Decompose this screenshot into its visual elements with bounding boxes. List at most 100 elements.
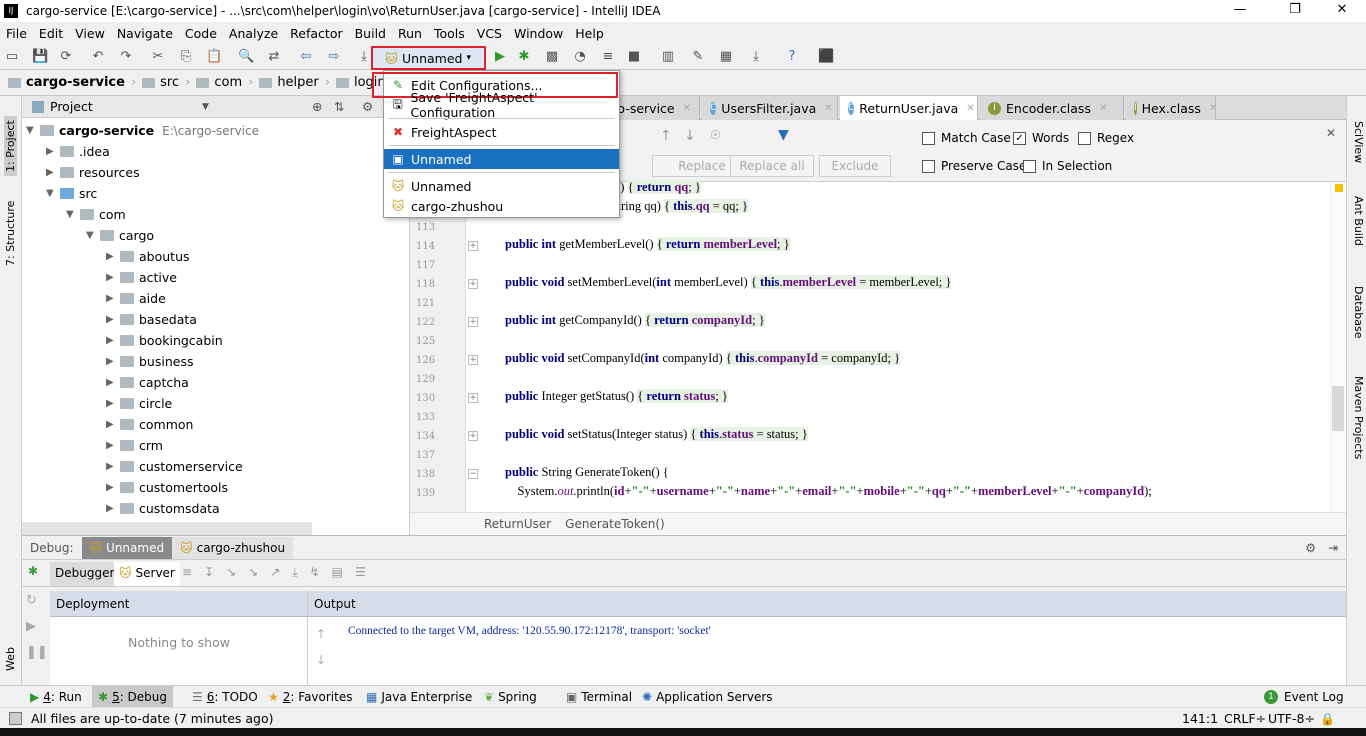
tree-item[interactable]: ▶ business: [106, 351, 193, 372]
tree-item[interactable]: ▶ basedata: [106, 309, 197, 330]
database-tool-button[interactable]: Database: [1352, 286, 1365, 339]
close-tab-icon[interactable]: ✕: [1209, 103, 1217, 114]
in-selection-checkbox[interactable]: In Selection: [1023, 159, 1112, 173]
sdk-icon[interactable]: ▥: [660, 49, 676, 65]
step-controls-icons[interactable]: ≡↧↘↘↗⤓↯▤☰: [182, 565, 378, 580]
tree-item-root[interactable]: ▼ cargo-service E:\cargo-service: [26, 120, 259, 141]
menu-vcs[interactable]: VCS: [471, 26, 508, 41]
breadcrumb-item[interactable]: com ›: [196, 75, 253, 90]
menu-view[interactable]: View: [69, 26, 111, 41]
tool-run[interactable]: ▶ 4: Run: [24, 686, 88, 707]
chevron-down-icon[interactable]: ▼: [66, 209, 80, 220]
help-icon[interactable]: ?: [784, 49, 800, 65]
menu-build[interactable]: Build: [349, 26, 392, 41]
code-line[interactable]: public void setCompanyId(int companyId) …: [505, 351, 901, 366]
hide-icon[interactable]: ⇥: [1328, 541, 1338, 555]
chevron-right-icon[interactable]: ▶: [106, 251, 120, 262]
breadcrumb-item[interactable]: helper ›: [259, 75, 330, 90]
chevron-right-icon[interactable]: ▶: [106, 482, 120, 493]
file-encoding[interactable]: UTF-8÷: [1268, 711, 1315, 726]
scroll-from-source-icon[interactable]: ⊕: [312, 99, 322, 114]
toggle-tool-windows-icon[interactable]: [9, 712, 22, 725]
crumb-method[interactable]: GenerateToken(): [565, 517, 665, 531]
pause-icon[interactable]: ❚❚: [26, 640, 48, 666]
tree-item[interactable]: ▶ aide: [106, 288, 166, 309]
fold-expand-icon[interactable]: +: [468, 279, 478, 289]
tree-item[interactable]: ▶ common: [106, 414, 193, 435]
chevron-right-icon[interactable]: ▶: [106, 293, 120, 304]
chevron-right-icon[interactable]: ▶: [46, 146, 60, 157]
error-stripe[interactable]: [1330, 182, 1346, 512]
tab-encoder-class[interactable]: I Encoder.class ✕: [980, 96, 1124, 120]
collapse-icon[interactable]: ⇅: [334, 99, 344, 114]
breadcrumb-item[interactable]: cargo-service ›: [8, 75, 136, 90]
fold-collapse-icon[interactable]: −: [468, 469, 478, 479]
vertical-scrollbar[interactable]: [1332, 386, 1344, 431]
menu-code[interactable]: Code: [179, 26, 223, 41]
tree-item[interactable]: ▼ src: [46, 183, 97, 204]
tool-java-enterprise[interactable]: ▦ Java Enterprise: [360, 686, 478, 707]
structure-icon[interactable]: ▦: [718, 49, 734, 65]
filter-icon[interactable]: ▼: [778, 127, 789, 143]
tree-item[interactable]: ▶ captcha: [106, 372, 189, 393]
maven-projects-tool-button[interactable]: Maven Projects: [1352, 376, 1365, 459]
rerun-icon[interactable]: ↻: [26, 588, 48, 614]
copy-icon[interactable]: ⎘: [178, 49, 194, 65]
close-tab-icon[interactable]: ✕: [824, 103, 832, 114]
code-line[interactable]: public void setMemberLevel(int memberLev…: [505, 275, 952, 290]
profile-icon[interactable]: ◔: [572, 49, 588, 65]
tree-item[interactable]: ▶ aboutus: [106, 246, 190, 267]
chevron-right-icon[interactable]: ▶: [106, 440, 120, 451]
fold-expand-icon[interactable]: +: [468, 431, 478, 441]
undo-icon[interactable]: ↶: [90, 49, 106, 65]
replace-icon[interactable]: ⇄: [266, 49, 282, 65]
code-line[interactable]: public int getMemberLevel() { return mem…: [505, 237, 790, 252]
debugger-tab[interactable]: Debugger: [50, 562, 120, 586]
debug-icon[interactable]: ✱: [516, 49, 532, 65]
chevron-right-icon[interactable]: ▶: [106, 461, 120, 472]
tool-application-servers[interactable]: ✺ Application Servers: [636, 686, 779, 707]
scroll-arrows[interactable]: ↑ ↓: [316, 621, 326, 673]
replace-all-button[interactable]: Replace all: [730, 155, 814, 177]
run-to-icon[interactable]: ≡: [600, 49, 616, 65]
tree-item[interactable]: ▶ customsdata: [106, 498, 220, 519]
code-line[interactable]: public void setStatus(Integer status) { …: [505, 427, 808, 442]
menu-item-cargo-zhushou[interactable]: 🐱 cargo-zhushou: [384, 196, 619, 216]
maximize-button[interactable]: ❐: [1275, 2, 1315, 17]
lock-icon[interactable]: 🔒: [1320, 712, 1335, 726]
code-line[interactable]: public int getCompanyId() { return compa…: [505, 313, 765, 328]
chevron-right-icon[interactable]: ▶: [106, 335, 120, 346]
debug-tab-unnamed[interactable]: 🐱 Unnamed: [81, 536, 173, 559]
event-log-button[interactable]: 1 Event Log: [1258, 686, 1350, 707]
menu-navigate[interactable]: Navigate: [111, 26, 179, 41]
code-line[interactable]: public Integer getStatus() { return stat…: [505, 389, 728, 404]
close-button[interactable]: ✕: [1322, 2, 1362, 17]
open-icon[interactable]: ▭: [4, 49, 20, 65]
find-icon[interactable]: 🔍: [238, 49, 254, 65]
preserve-case-checkbox[interactable]: Preserve Case: [922, 159, 1026, 173]
tree-item[interactable]: ▶ .idea: [46, 141, 110, 162]
line-separator[interactable]: CRLF÷: [1224, 711, 1266, 726]
debug-tab-cargo-zhushou[interactable]: 🐱 cargo-zhushou: [172, 536, 294, 559]
run-icon[interactable]: ▶: [492, 49, 508, 65]
menu-item-save-freightaspect-configuration[interactable]: 🖫 Save 'FreightAspect' Configuration: [384, 90, 619, 120]
caret-position[interactable]: 141:1: [1182, 711, 1218, 726]
tree-item[interactable]: ▶ crm: [106, 435, 163, 456]
redo-icon[interactable]: ↷: [118, 49, 134, 65]
web-tool-button[interactable]: Web: [4, 647, 17, 671]
chevron-down-icon[interactable]: ▼: [86, 230, 100, 241]
gear-icon[interactable]: ⚙: [1305, 541, 1316, 555]
menu-file[interactable]: File: [0, 26, 33, 41]
menu-item-unnamed[interactable]: ▣ Unnamed: [384, 149, 619, 169]
chevron-right-icon[interactable]: ▶: [106, 398, 120, 409]
crumb-class[interactable]: ReturnUser: [484, 517, 551, 531]
sciview-tool-button[interactable]: SciView: [1352, 121, 1365, 163]
chevron-right-icon[interactable]: ▶: [106, 377, 120, 388]
arrow-down-icon[interactable]: ↓: [684, 128, 696, 144]
gear-icon[interactable]: ⚙: [362, 99, 373, 114]
tool-favorites[interactable]: ★ 2: Favorites: [262, 686, 358, 707]
regex-checkbox[interactable]: Regex: [1078, 131, 1134, 145]
back-icon[interactable]: ⇦: [298, 49, 314, 65]
stop-icon[interactable]: ■: [626, 49, 642, 65]
menu-window[interactable]: Window: [508, 26, 569, 41]
